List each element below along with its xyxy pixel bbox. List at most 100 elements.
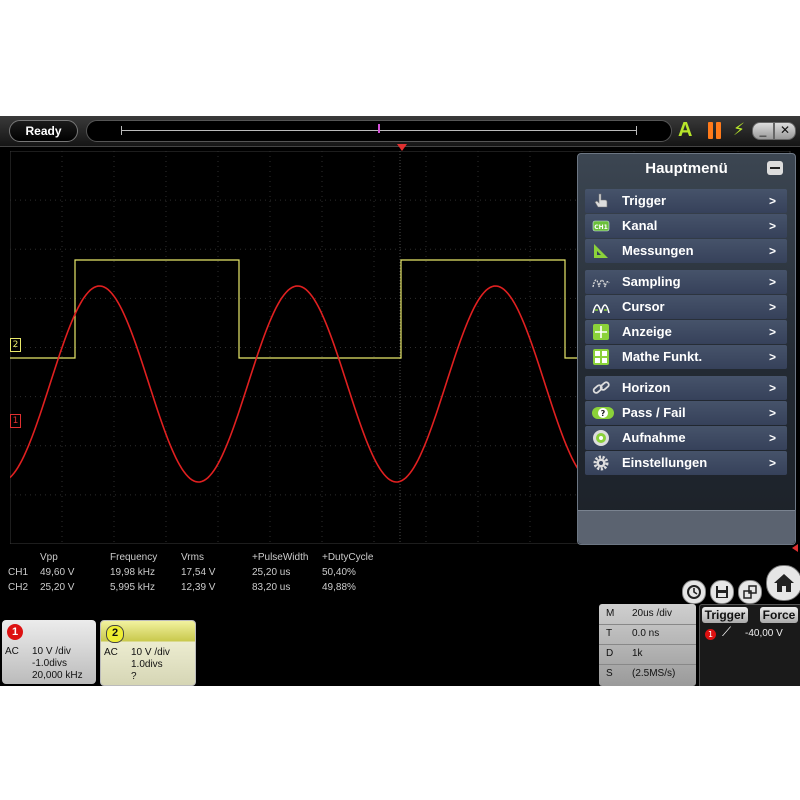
trigger-button[interactable]: Trigger bbox=[702, 607, 748, 623]
ch2-offset-marker[interactable]: 2 bbox=[10, 338, 21, 352]
menu-item-aufnahme[interactable]: Aufnahme > bbox=[585, 426, 787, 450]
chevron-right-icon: > bbox=[768, 300, 776, 314]
chevron-right-icon: > bbox=[768, 350, 776, 364]
sample-rate-row[interactable]: S (2.5MS/s) bbox=[599, 664, 696, 684]
link-chain-icon bbox=[592, 381, 610, 394]
measurement-row-ch1: CH1 49,60 V 19,98 kHz 17,54 V 25,20 us 5… bbox=[0, 567, 400, 581]
trigger-position-marker[interactable] bbox=[397, 144, 407, 151]
save-icon[interactable] bbox=[710, 580, 734, 604]
chevron-right-icon: > bbox=[768, 325, 776, 339]
ch2-coupling: AC bbox=[104, 647, 118, 658]
hand-pointer-icon bbox=[594, 193, 608, 208]
ch1-volts-per-div: 10 V /div bbox=[32, 646, 71, 657]
cell-vpp: 25,20 V bbox=[40, 582, 75, 593]
menu-item-label: Pass / Fail bbox=[622, 405, 686, 420]
timebase-value: 20us /div bbox=[632, 608, 673, 619]
menu-item-label: Anzeige bbox=[622, 324, 672, 339]
home-button[interactable] bbox=[766, 565, 800, 601]
ch1-frequency: 20,000 kHz bbox=[32, 670, 83, 681]
header-pulse-width: +PulseWidth bbox=[252, 552, 309, 563]
run-status-button[interactable]: Ready bbox=[9, 120, 78, 142]
trigger-source-badge[interactable]: 1 bbox=[705, 629, 716, 640]
menu-item-anzeige[interactable]: Anzeige > bbox=[585, 320, 787, 344]
menu-item-messungen[interactable]: Messungen > bbox=[585, 239, 787, 263]
trigger-time-row[interactable]: T 0.0 ns bbox=[599, 624, 696, 645]
menu-item-cursor[interactable]: Cursor > bbox=[585, 295, 787, 319]
gear-icon bbox=[593, 455, 609, 471]
ch1-settings-panel[interactable]: 1 AC 10 V /div -1.0divs 20,000 kHz bbox=[2, 620, 96, 684]
menu-item-kanal[interactable]: CH1 Kanal > bbox=[585, 214, 787, 238]
menu-item-label: Messungen bbox=[622, 243, 694, 258]
auto-set-icon[interactable]: A bbox=[678, 119, 692, 142]
sampling-wave-icon bbox=[592, 279, 610, 288]
memory-depth-row[interactable]: D 1k bbox=[599, 644, 696, 665]
timeline-end-tick bbox=[636, 126, 637, 135]
cell-pulse-width: 25,20 us bbox=[252, 567, 291, 578]
force-button[interactable]: Force bbox=[760, 607, 798, 623]
horizontal-offset-marker[interactable] bbox=[792, 544, 798, 552]
header-duty-cycle: +DutyCycle bbox=[322, 552, 374, 563]
menu-item-pass-fail[interactable]: ? Pass / Fail > bbox=[585, 401, 787, 425]
pause-icon[interactable] bbox=[707, 122, 723, 139]
menu-item-einstellungen[interactable]: Einstellungen > bbox=[585, 451, 787, 475]
menu-group-3: Horizon > ? Pass / Fail > Aufnahme > Ein… bbox=[585, 376, 787, 476]
pass-fail-icon: ? bbox=[592, 407, 614, 419]
menu-item-mathe-funkt[interactable]: Mathe Funkt. > bbox=[585, 345, 787, 369]
chevron-right-icon: > bbox=[768, 219, 776, 233]
rising-edge-icon[interactable]: ⟋ bbox=[722, 625, 731, 640]
home-icon bbox=[774, 574, 794, 592]
ch1-badge-icon: CH1 bbox=[592, 220, 610, 232]
menu-item-label: Horizon bbox=[622, 380, 671, 395]
cell-duty-cycle: 49,88% bbox=[322, 582, 356, 593]
row-channel: CH1 bbox=[8, 567, 29, 578]
record-timeline[interactable] bbox=[86, 120, 672, 142]
top-toolbar: Ready A ⚡ _ ✕ bbox=[0, 116, 800, 147]
measurement-header-row: Vpp Frequency Vrms +PulseWidth +DutyCycl… bbox=[0, 552, 400, 566]
header-vpp: Vpp bbox=[40, 552, 58, 563]
sample-rate-value: (2.5MS/s) bbox=[632, 668, 676, 679]
timeline-start-tick bbox=[121, 126, 122, 135]
menu-item-trigger[interactable]: Trigger > bbox=[585, 189, 787, 213]
main-menu-title: Hauptmenü bbox=[645, 160, 728, 177]
menu-item-sampling[interactable]: Sampling > bbox=[585, 270, 787, 294]
autoscale-icon[interactable] bbox=[682, 580, 706, 604]
timebase-row[interactable]: M 20us /div bbox=[599, 604, 696, 625]
chevron-right-icon: > bbox=[768, 431, 776, 445]
menu-item-label: Cursor bbox=[622, 299, 665, 314]
menu-group-2: Sampling > Cursor > Anzeige > Mathe Funk… bbox=[585, 270, 787, 370]
trigger-level-value[interactable]: -40,00 V bbox=[745, 628, 783, 639]
ch2-offset: 1.0divs bbox=[131, 659, 163, 670]
trigger-time-value: 0.0 ns bbox=[632, 628, 660, 639]
menu-item-label: Sampling bbox=[622, 274, 681, 289]
menu-collapse-button[interactable] bbox=[767, 161, 783, 175]
ch2-settings-panel[interactable]: 2 AC 10 V /div 1.0divs ? bbox=[100, 620, 196, 686]
horizontal-settings-panel[interactable]: M 20us /div T 0.0 ns D 1k S (2.5MS/s) bbox=[599, 604, 696, 686]
oscilloscope-app: Ready A ⚡ _ ✕ 2 1 Hauptmenü Trigger > CH… bbox=[0, 116, 800, 686]
chevron-right-icon: > bbox=[768, 456, 776, 470]
swap-windows-icon[interactable] bbox=[738, 580, 762, 604]
menu-item-label: Trigger bbox=[622, 193, 667, 208]
menu-group-1: Trigger > CH1 Kanal > Messungen > bbox=[585, 189, 787, 264]
close-button[interactable]: ✕ bbox=[774, 122, 796, 140]
ch1-coupling: AC bbox=[5, 646, 19, 657]
menu-footer bbox=[578, 510, 795, 544]
main-menu-panel: Hauptmenü Trigger > CH1 Kanal > Messunge… bbox=[577, 153, 796, 545]
ch2-badge: 2 bbox=[106, 625, 124, 643]
timebase-key: M bbox=[606, 608, 615, 619]
timeline-position-marker[interactable] bbox=[378, 124, 380, 133]
memory-depth-key: D bbox=[606, 648, 614, 659]
cell-vpp: 49,60 V bbox=[40, 567, 75, 578]
menu-item-label: Aufnahme bbox=[622, 430, 686, 445]
lightning-bolt-icon[interactable]: ⚡ bbox=[733, 120, 745, 140]
record-icon bbox=[593, 430, 609, 446]
measurement-row-ch2: CH2 25,20 V 5,995 kHz 12,39 V 83,20 us 4… bbox=[0, 582, 400, 596]
menu-item-horizon[interactable]: Horizon > bbox=[585, 376, 787, 400]
trigger-time-key: T bbox=[606, 628, 613, 639]
minimize-button[interactable]: _ bbox=[752, 122, 774, 140]
calculator-icon bbox=[593, 349, 609, 365]
chevron-right-icon: > bbox=[768, 275, 776, 289]
ch1-offset-marker[interactable]: 1 bbox=[10, 414, 21, 428]
cell-vrms: 12,39 V bbox=[181, 582, 216, 593]
ch2-frequency: ? bbox=[131, 671, 137, 682]
menu-item-label: Einstellungen bbox=[622, 455, 708, 470]
